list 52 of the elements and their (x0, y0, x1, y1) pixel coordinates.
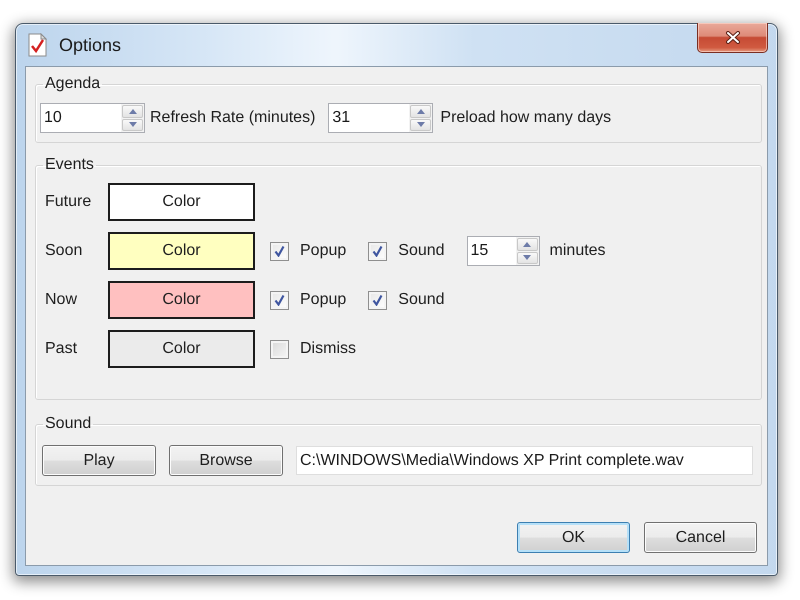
row-label: Future (45, 193, 92, 211)
checkbox-label[interactable]: Popup (300, 291, 346, 309)
spin-down-button[interactable] (410, 118, 432, 131)
checkbox-label[interactable]: Sound (398, 291, 445, 309)
group-title: Agenda (44, 75, 102, 93)
row-label: Now (45, 291, 78, 309)
checkbox[interactable] (270, 242, 289, 260)
browse-button[interactable]: Browse (169, 445, 283, 476)
checkmark-icon (372, 294, 384, 306)
spin-down-button[interactable] (122, 118, 143, 131)
checkbox-label[interactable]: Popup (300, 242, 346, 260)
row-label: Soon (45, 242, 84, 260)
number-field[interactable]: 10 (40, 103, 145, 133)
play-button[interactable]: Play (42, 445, 156, 476)
group-title: Sound (44, 415, 92, 433)
checkbox-label[interactable]: Dismiss (300, 340, 356, 358)
field-caption: Refresh Rate (minutes) (150, 109, 316, 127)
file-path-field[interactable]: C:\WINDOWS\Media\Windows XP Print complete.wav (296, 446, 753, 475)
checkbox[interactable] (270, 340, 289, 358)
up-triangle-icon (523, 242, 532, 247)
color-button[interactable]: Color (108, 330, 255, 368)
color-button[interactable]: Color (108, 232, 255, 270)
checkbox[interactable] (368, 290, 388, 310)
color-button[interactable]: Color (108, 281, 255, 319)
close-button[interactable] (697, 23, 768, 53)
field-caption: minutes (550, 242, 606, 260)
close-icon (724, 31, 740, 44)
window-title: Options (59, 34, 122, 56)
document-check-icon (28, 33, 47, 57)
spin-up-button[interactable] (516, 238, 538, 250)
checkbox-label[interactable]: Sound (398, 242, 445, 260)
checkmark-icon (274, 245, 285, 257)
up-triangle-icon (128, 108, 136, 114)
up-triangle-icon (416, 108, 425, 114)
group-title: Events (44, 156, 95, 174)
color-button[interactable]: Color (108, 183, 255, 221)
down-triangle-icon (416, 122, 425, 128)
checkbox[interactable] (368, 242, 388, 260)
spin-down-button[interactable] (516, 252, 538, 264)
down-triangle-icon (128, 122, 136, 128)
ok-button[interactable]: OK (517, 522, 630, 553)
number-field[interactable]: 15 (466, 236, 540, 266)
checkmark-icon (274, 294, 285, 306)
row-label: Past (45, 340, 78, 358)
spin-up-button[interactable] (122, 105, 143, 118)
number-field[interactable]: 31 (328, 103, 434, 133)
checkmark-icon (372, 245, 384, 257)
checkbox[interactable] (270, 290, 289, 310)
cancel-button[interactable]: Cancel (644, 522, 757, 553)
spin-up-button[interactable] (410, 105, 432, 118)
down-triangle-icon (523, 255, 532, 260)
field-caption: Preload how many days (440, 109, 612, 127)
